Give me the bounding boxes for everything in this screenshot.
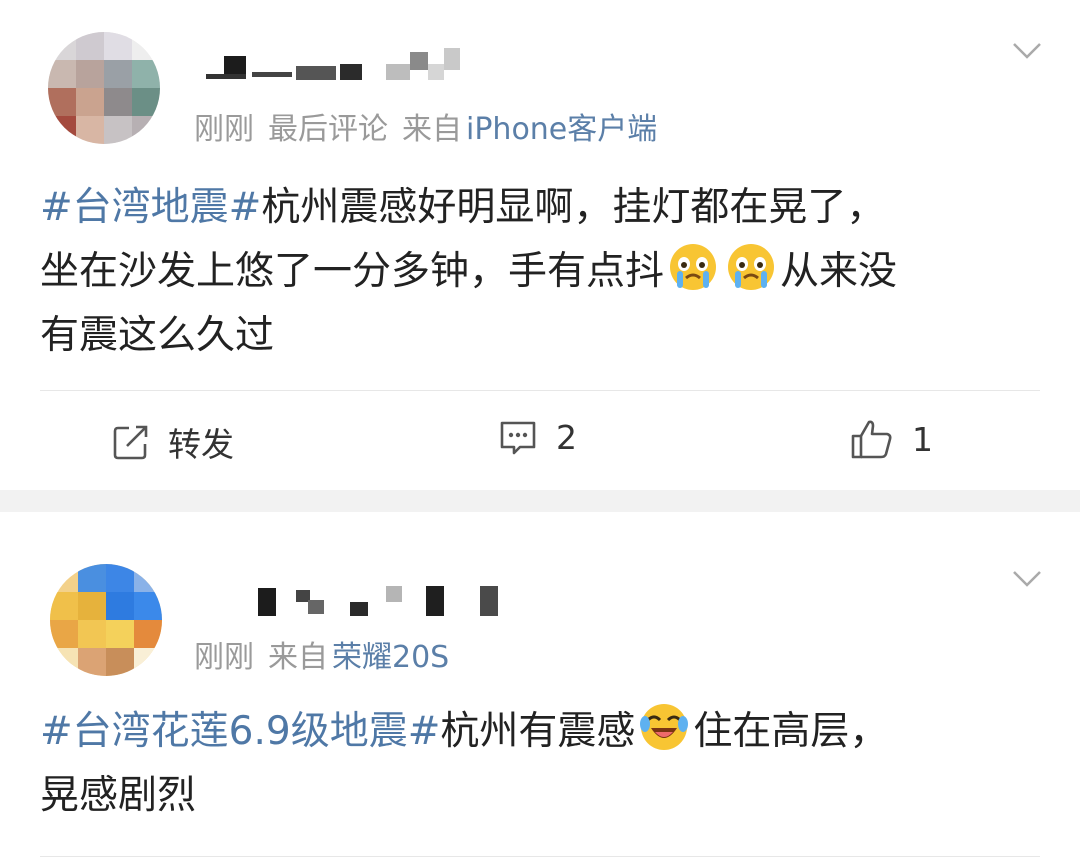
laughing-tears-emoji-icon <box>639 702 689 752</box>
post-line-2: 坐在沙发上悠了一分多钟，手有点抖 从来没 <box>40 240 1040 304</box>
username-redacted[interactable] <box>258 584 508 624</box>
last-comment-tag: 最后评论 <box>268 112 388 147</box>
source-link[interactable]: iPhone客户端 <box>466 112 657 147</box>
post-text: 有震这么久过 <box>40 313 275 358</box>
post-line-2: 晃感剧烈 <box>40 764 1040 828</box>
repost-button[interactable]: 转发 <box>112 418 234 466</box>
comment-count: 2 <box>556 418 577 457</box>
post-text: 杭州有震感 <box>440 709 636 754</box>
post-separator <box>0 490 1080 512</box>
divider <box>40 390 1040 391</box>
post-body: #台湾花莲6.9级地震#杭州有震感 住在高层， 晃感剧烈 <box>40 700 1040 828</box>
hashtag-link[interactable]: #台湾地震# <box>40 185 261 230</box>
username-redacted[interactable] <box>206 44 466 84</box>
crying-face-emoji-icon <box>726 242 776 292</box>
hashtag-link[interactable]: #台湾花莲6.9级地震# <box>40 709 440 754</box>
comment-card: 刚刚 来自 荣耀20S #台湾花莲6.9级地震#杭州有震感 住在高层， 晃感剧烈 <box>0 512 1080 859</box>
like-count: 1 <box>912 419 933 459</box>
avatar[interactable] <box>48 32 160 144</box>
source-link[interactable]: 荣耀20S <box>332 640 449 675</box>
source-prefix: 来自 <box>402 112 462 147</box>
like-button[interactable]: 1 <box>850 418 933 460</box>
post-meta: 刚刚 来自 荣耀20S <box>194 632 449 676</box>
post-line-1: #台湾花莲6.9级地震#杭州有震感 住在高层， <box>40 700 1040 764</box>
comment-card: 刚刚 最后评论 来自 iPhone客户端 #台湾地震#杭州震感好明显啊，挂灯都在晃了，… <box>0 0 1080 490</box>
chevron-down-icon[interactable] <box>1012 570 1042 588</box>
post-line-3: 有震这么久过 <box>40 304 1040 368</box>
comment-icon <box>500 421 536 454</box>
post-text: 杭州震感好明显啊，挂灯都在晃了， <box>261 185 886 230</box>
post-meta: 刚刚 最后评论 来自 iPhone客户端 <box>194 104 657 148</box>
post-time: 刚刚 <box>194 640 254 675</box>
post-text: 晃感剧烈 <box>40 773 197 818</box>
crying-face-emoji-icon <box>668 242 718 292</box>
post-time: 刚刚 <box>194 112 254 147</box>
post-line-1: #台湾地震#杭州震感好明显啊，挂灯都在晃了， <box>40 176 1040 240</box>
repost-label: 转发 <box>168 425 234 464</box>
post-text: 住在高层， <box>693 709 889 754</box>
thumbs-up-icon <box>851 420 892 459</box>
avatar[interactable] <box>50 564 162 676</box>
source-prefix: 来自 <box>268 640 328 675</box>
chevron-down-icon[interactable] <box>1012 42 1042 60</box>
post-body: #台湾地震#杭州震感好明显啊，挂灯都在晃了， 坐在沙发上悠了一分多钟，手有点抖 从… <box>40 176 1040 368</box>
repost-icon <box>113 425 148 460</box>
post-text: 坐在沙发上悠了一分多钟，手有点抖 <box>40 249 665 294</box>
comment-button[interactable]: 2 <box>498 418 577 457</box>
post-text: 从来没 <box>780 249 898 294</box>
divider <box>40 856 1040 857</box>
